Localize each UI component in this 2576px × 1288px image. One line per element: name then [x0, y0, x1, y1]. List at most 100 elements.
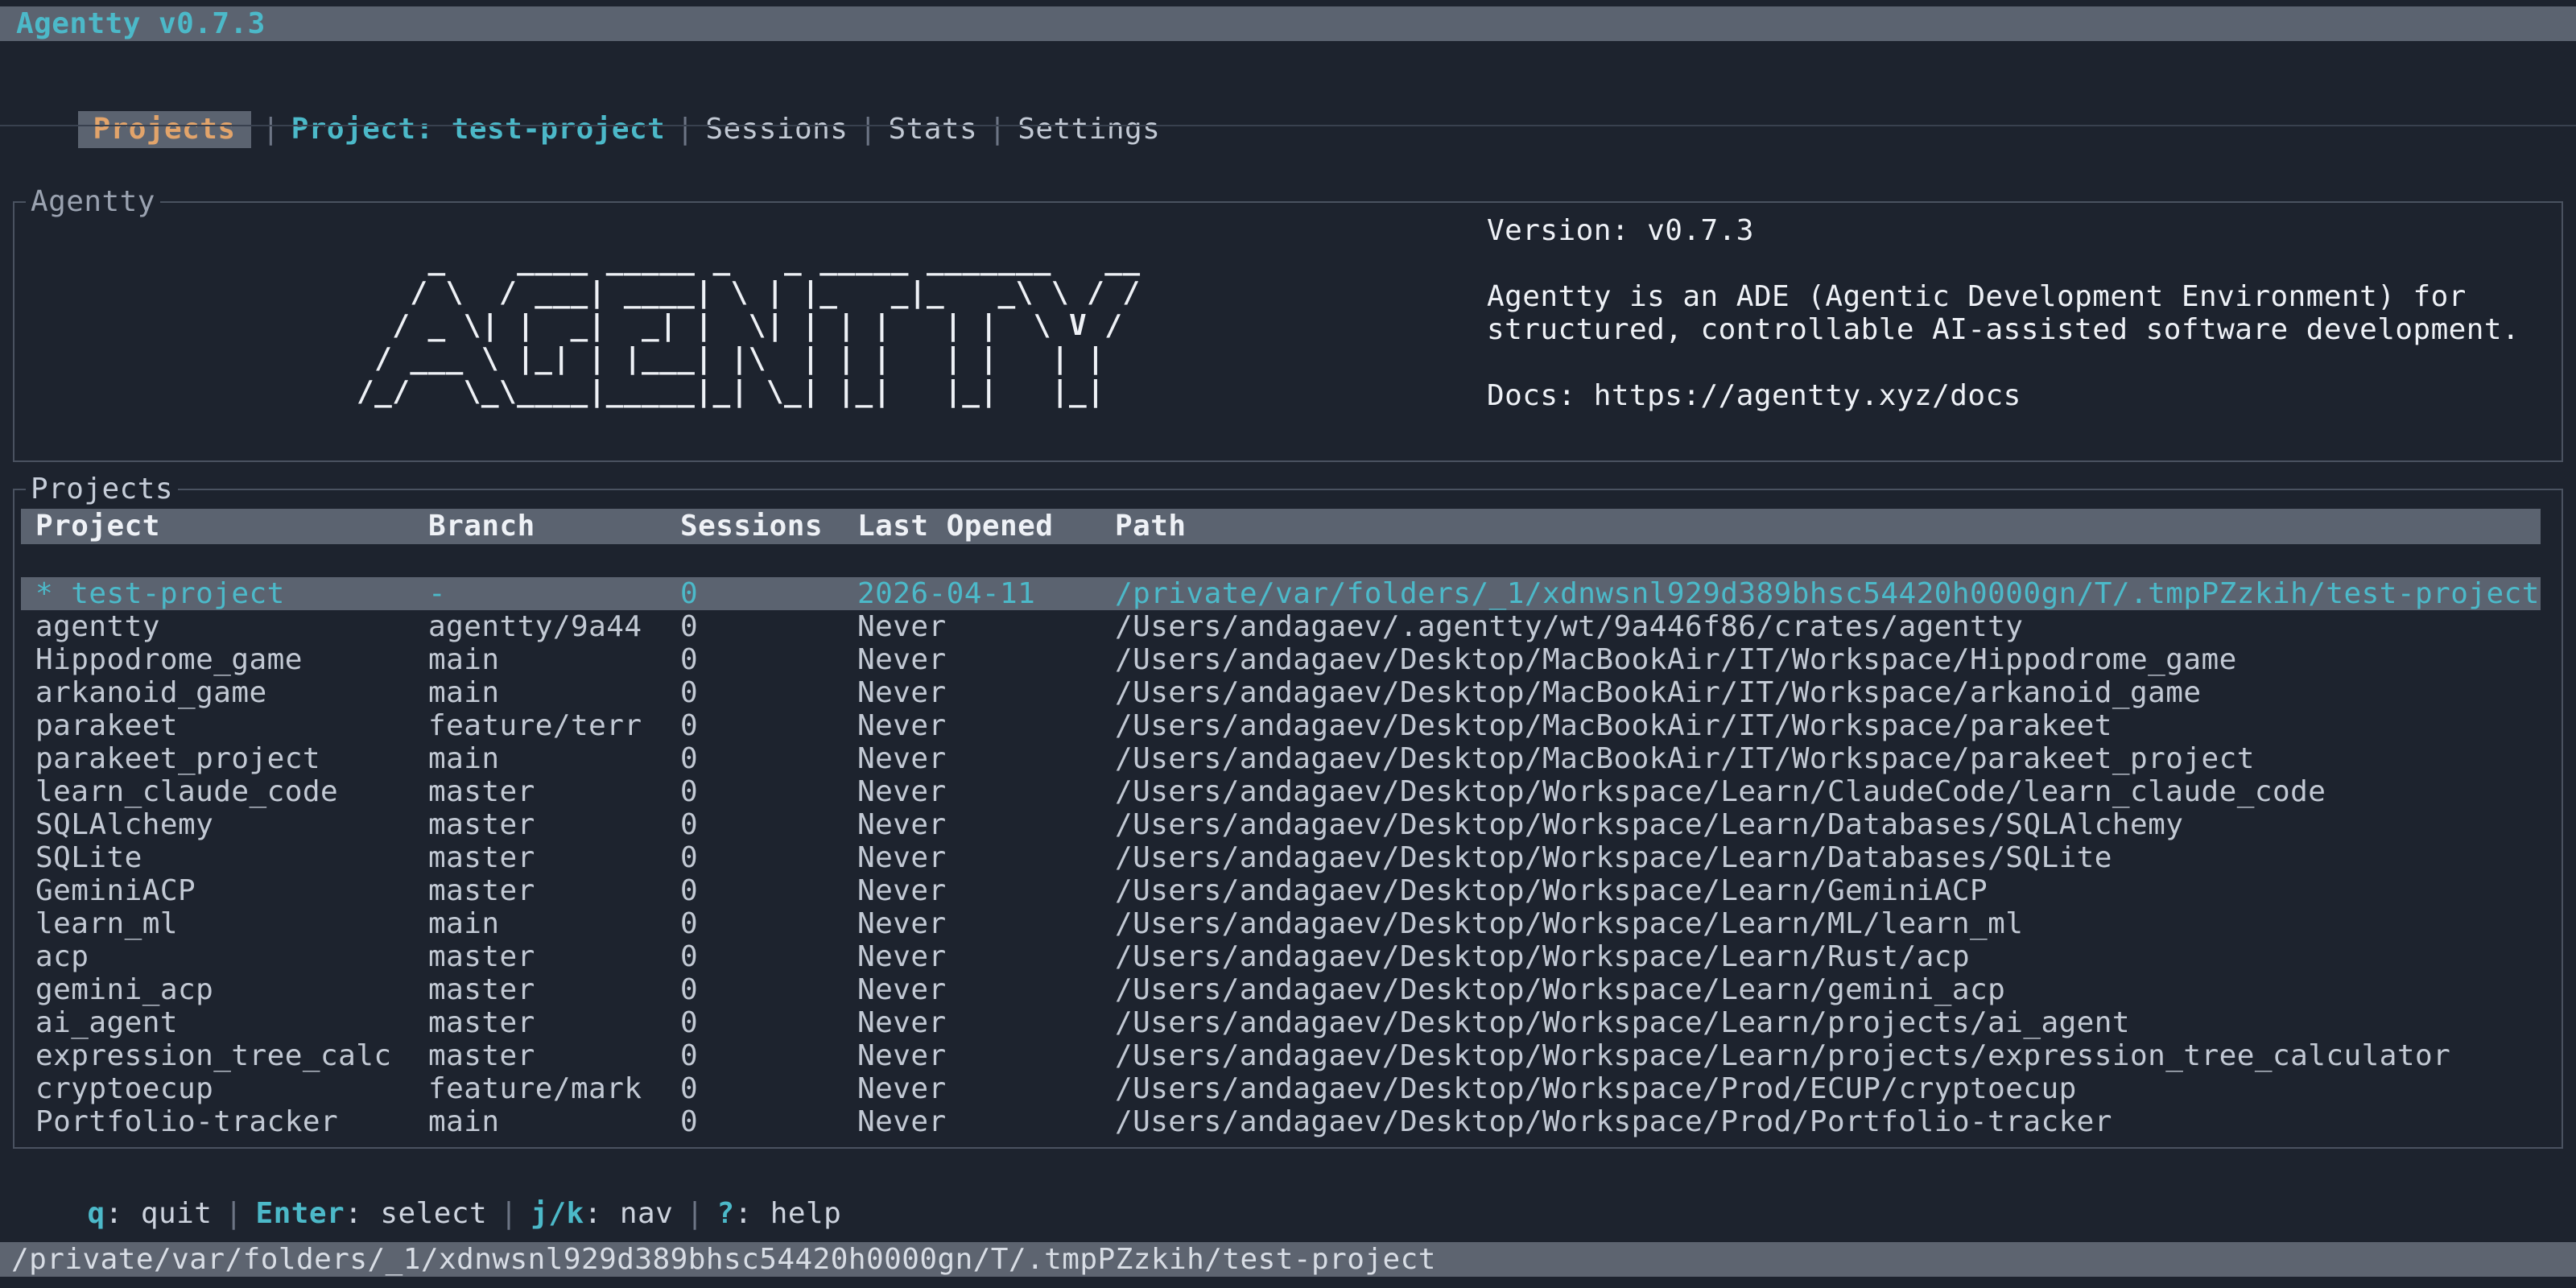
- cell-project: * test-project: [35, 577, 285, 610]
- tab-current-project[interactable]: Project: test-project: [291, 111, 666, 148]
- table-row[interactable]: parakeetfeature/terr0Never/Users/andagae…: [21, 709, 2541, 742]
- cell-sessions: 0: [680, 841, 698, 874]
- cell-last-opened: Never: [857, 1006, 947, 1039]
- table-row[interactable]: SQLite master 0 Never/Users/andagaev/Deskto…: [21, 841, 2541, 874]
- cell-project: expression_tree_calc: [35, 1039, 391, 1072]
- table-row[interactable]: parakeet_project main 0 Never/Users/andagae…: [21, 742, 2541, 775]
- tab-sessions[interactable]: Sessions: [705, 111, 848, 148]
- cell-last-opened: Never: [857, 1072, 947, 1105]
- cell-sessions: 0: [680, 973, 698, 1006]
- tab-bar: Projects|Project: test-project|Sessions|…: [6, 74, 1160, 111]
- cell-project: cryptoecup: [35, 1072, 213, 1105]
- table-row[interactable]: cryptoecupfeature/mark0Never/Users/andag…: [21, 1072, 2541, 1105]
- cell-sessions: 0: [680, 775, 698, 808]
- tab-separator: |: [848, 113, 888, 146]
- cell-project: GeminiACP: [35, 874, 196, 907]
- cell-sessions: 0: [680, 742, 698, 775]
- cell-sessions: 0: [680, 610, 698, 643]
- cell-sessions: 0: [680, 1105, 698, 1138]
- cell-branch: master: [428, 1006, 535, 1039]
- table-row[interactable]: Hippodrome_gamemain0Never/Users/andagaev…: [21, 643, 2541, 676]
- table-row[interactable]: gemini_acpmaster0Never/Users/andagaev/De…: [21, 973, 2541, 1006]
- cell-sessions: 0: [680, 1039, 698, 1072]
- cell-project: gemini_acp: [35, 973, 213, 1006]
- cell-last-opened: Never: [857, 808, 947, 841]
- help-separator: |: [212, 1197, 255, 1230]
- table-row[interactable]: acpmaster0Never/Users/andagaev/Desktop/W…: [21, 940, 2541, 973]
- cell-path: /Users/andagaev/Desktop/MacBookAir/IT/Wo…: [1115, 709, 2112, 742]
- cell-sessions: 0: [680, 808, 698, 841]
- cell-project: SQLite: [35, 841, 142, 874]
- column-header-path: Path: [1115, 509, 1187, 544]
- table-row[interactable]: Portfolio-trackermain0Never/Users/andaga…: [21, 1105, 2541, 1138]
- table-row-selected[interactable]: * test-project - 0 2026-04-11/private/var/f…: [21, 577, 2541, 610]
- cell-last-opened: 2026-04-11: [857, 577, 1035, 610]
- table-row[interactable]: SQLAlchemymaster0Never/Users/andagaev/De…: [21, 808, 2541, 841]
- help-key-select: Enter: [256, 1197, 345, 1230]
- cell-branch: main: [428, 742, 500, 775]
- cell-path: /Users/andagaev/Desktop/Workspace/Learn/…: [1115, 841, 2112, 874]
- table-row[interactable]: ai_agentmaster0Never/Users/andagaev/Desk…: [21, 1006, 2541, 1039]
- cell-branch: master: [428, 808, 535, 841]
- help-key-nav: j/k: [530, 1197, 584, 1230]
- tab-settings[interactable]: Settings: [1018, 111, 1160, 148]
- version-text: Version: v0.7.3: [1487, 214, 1754, 247]
- help-action-quit: quit: [141, 1197, 213, 1230]
- cell-project: parakeet_project: [35, 742, 320, 775]
- cell-path: /Users/andagaev/Desktop/Workspace/Learn/…: [1115, 940, 1970, 973]
- cell-branch: master: [428, 874, 535, 907]
- cell-sessions: 0: [680, 676, 698, 709]
- cell-last-opened: Never: [857, 940, 947, 973]
- cell-branch: feature/terr: [428, 709, 642, 742]
- cell-project: Portfolio-tracker: [35, 1105, 338, 1138]
- cell-path: /Users/andagaev/Desktop/MacBookAir/IT/Wo…: [1115, 742, 2255, 775]
- status-bar: /private/var/folders/_1/xdnwsnl929d389bh…: [0, 1242, 2576, 1277]
- table-row[interactable]: GeminiACPmaster0Never/Users/andagaev/Des…: [21, 874, 2541, 907]
- table-row[interactable]: learn_claude_codemaster0Never/Users/anda…: [21, 775, 2541, 808]
- cell-branch: -: [428, 577, 446, 610]
- cell-last-opened: Never: [857, 643, 947, 676]
- about-panel-title: Agentty: [26, 185, 160, 218]
- cell-project: learn_claude_code: [35, 775, 338, 808]
- cell-branch: master: [428, 1039, 535, 1072]
- cell-sessions: 0: [680, 1072, 698, 1105]
- cell-last-opened: Never: [857, 610, 947, 643]
- tab-projects[interactable]: Projects: [78, 111, 251, 148]
- cell-last-opened: Never: [857, 1039, 947, 1072]
- cell-branch: master: [428, 775, 535, 808]
- tab-stats[interactable]: Stats: [888, 111, 977, 148]
- tab-separator: |: [977, 113, 1018, 146]
- docs-link[interactable]: Docs: https://agentty.xyz/docs: [1487, 379, 2021, 412]
- help-action-select: select: [380, 1197, 487, 1230]
- cell-path: /Users/andagaev/Desktop/Workspace/Learn/…: [1115, 1006, 2130, 1039]
- cell-project: SQLAlchemy: [35, 808, 213, 841]
- ascii-logo: _ ____ _____ _ _ _____ _______ __ / \ / …: [357, 243, 1140, 408]
- cell-sessions: 0: [680, 1006, 698, 1039]
- cell-branch: master: [428, 841, 535, 874]
- cell-sessions: 0: [680, 940, 698, 973]
- cell-path: /Users/andagaev/Desktop/Workspace/Learn/…: [1115, 973, 2005, 1006]
- table-row[interactable]: learn_mlmain0Never/Users/andagaev/Deskto…: [21, 907, 2541, 940]
- table-row[interactable]: arkanoid_gamemain0Never/Users/andagaev/D…: [21, 676, 2541, 709]
- cell-branch: agentty/9a44: [428, 610, 642, 643]
- app-title: Agentty v0.7.3: [16, 6, 266, 41]
- cell-sessions: 0: [680, 577, 698, 610]
- cell-sessions: 0: [680, 907, 698, 940]
- cell-path: /private/var/folders/_1/xdnwsnl929d389bh…: [1115, 577, 2540, 610]
- table-row[interactable]: agenttyagentty/9a440Never/Users/andagaev…: [21, 610, 2541, 643]
- cell-last-opened: Never: [857, 709, 947, 742]
- cell-last-opened: Never: [857, 742, 947, 775]
- help-action-nav: nav: [620, 1197, 673, 1230]
- help-bar: q: quit|Enter: select|j/k: nav|?: help: [16, 1164, 841, 1197]
- cell-sessions: 0: [680, 709, 698, 742]
- help-action-help: help: [770, 1197, 842, 1230]
- cell-last-opened: Never: [857, 841, 947, 874]
- cell-branch: master: [428, 940, 535, 973]
- cell-branch: main: [428, 1105, 500, 1138]
- cell-path: /Users/andagaev/Desktop/Workspace/Learn/…: [1115, 874, 1988, 907]
- table-header: Project Branch Sessions Last Opened Path: [21, 509, 2541, 544]
- cell-project: arkanoid_game: [35, 676, 267, 709]
- help-key-quit: q: [88, 1197, 105, 1230]
- table-row[interactable]: expression_tree_calcmaster0Never/Users/a…: [21, 1039, 2541, 1072]
- terminal-screen: Agentty v0.7.3 Projects|Project: test-pr…: [0, 0, 2576, 1288]
